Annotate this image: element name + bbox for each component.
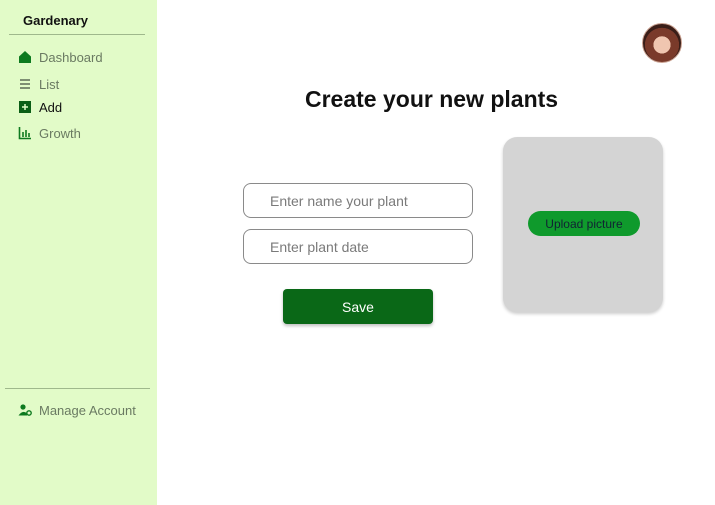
avatar[interactable] — [642, 23, 682, 63]
sidebar-item-dashboard[interactable]: Dashboard — [18, 48, 103, 66]
brand-name: Gardenary — [23, 13, 89, 28]
sidebar: Gardenary Dashboard List Add Growth Mana… — [0, 0, 157, 505]
plant-name-input[interactable] — [243, 183, 473, 218]
upload-picture-button[interactable]: Upload picture — [528, 211, 640, 236]
upload-picture-card: Upload picture — [503, 137, 663, 312]
list-icon — [18, 77, 32, 91]
add-icon — [18, 100, 32, 114]
sidebar-item-list[interactable]: List — [18, 75, 59, 93]
page-title: Create your new plants — [305, 86, 559, 112]
sidebar-item-label: Growth — [39, 125, 81, 141]
manage-account-link[interactable]: Manage Account — [18, 401, 136, 419]
sidebar-bottom-divider — [5, 388, 150, 389]
plant-date-input[interactable] — [243, 229, 473, 264]
sidebar-item-label: Dashboard — [39, 49, 103, 65]
manage-account-label: Manage Account — [39, 402, 136, 418]
home-icon — [18, 50, 32, 64]
brand-divider — [9, 34, 145, 35]
sidebar-item-add[interactable]: Add — [18, 98, 62, 116]
save-button[interactable]: Save — [283, 289, 433, 324]
sidebar-item-label: Add — [39, 99, 63, 115]
sidebar-item-growth[interactable]: Growth — [18, 124, 81, 142]
chart-icon — [18, 126, 32, 140]
user-settings-icon — [18, 403, 32, 417]
sidebar-item-label: List — [39, 76, 60, 92]
